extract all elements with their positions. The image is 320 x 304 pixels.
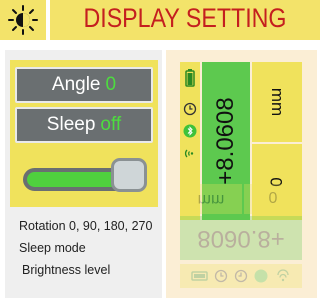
slider-knob[interactable] bbox=[111, 158, 147, 192]
mirrored-value: +8.0608 bbox=[180, 216, 302, 260]
mirrored-preview: mm 0 +8.0608 bbox=[180, 180, 302, 298]
brightness-caption: Brightness level bbox=[22, 263, 111, 277]
bluetooth-icon bbox=[183, 124, 197, 138]
mirrored-icon-bar bbox=[180, 264, 302, 288]
sleep-label: Sleep bbox=[46, 114, 96, 135]
clock-icon bbox=[214, 269, 228, 283]
angle-label: Angle bbox=[51, 74, 101, 95]
brightness-slider[interactable] bbox=[15, 152, 155, 198]
controls-area: Angle 0 Sleep off bbox=[10, 60, 158, 207]
settings-panel: Angle 0 Sleep off Rotation 0, 90, 180, 2… bbox=[5, 50, 162, 298]
sleep-value: off bbox=[100, 114, 122, 135]
brightness-icon bbox=[8, 5, 38, 35]
rotation-caption: Rotation 0, 90, 180, 270 bbox=[19, 219, 153, 233]
header: DISPLAY SETTING bbox=[0, 0, 320, 40]
mirrored-unit: mm bbox=[180, 184, 242, 214]
sleep-caption: Sleep mode bbox=[19, 241, 86, 255]
page-title: DISPLAY SETTING bbox=[83, 3, 287, 33]
signal-wave-icon bbox=[277, 269, 289, 282]
unit-label: mm bbox=[268, 87, 287, 117]
sleep-button[interactable]: Sleep off bbox=[15, 107, 153, 143]
brightness-button[interactable] bbox=[0, 0, 46, 40]
measurement-value: +8.0608 bbox=[212, 97, 239, 185]
battery-icon bbox=[191, 271, 208, 281]
angle-value: 0 bbox=[105, 74, 117, 95]
angle-button[interactable]: Angle 0 bbox=[15, 67, 153, 103]
battery-icon bbox=[185, 69, 195, 87]
preview-panel: +8.0608 mm 0 mm 0 +8.0608 bbox=[166, 50, 317, 298]
signal-wave-icon bbox=[184, 149, 194, 158]
mirrored-zero: 0 bbox=[244, 184, 302, 214]
bluetooth-icon bbox=[254, 269, 268, 283]
clock-icon bbox=[183, 102, 197, 116]
clock-icon bbox=[234, 269, 248, 283]
title-bar: DISPLAY SETTING bbox=[50, 0, 320, 40]
unit-cell: mm bbox=[252, 62, 302, 142]
